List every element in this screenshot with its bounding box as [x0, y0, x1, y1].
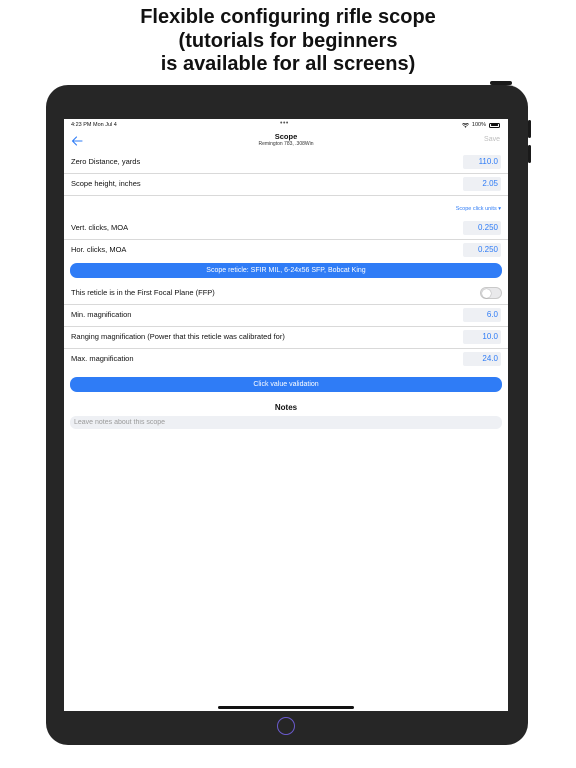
promo-line-2: (tutorials for beginners [178, 29, 398, 52]
home-button[interactable] [277, 717, 295, 735]
scope-height-input[interactable]: 2.05 [463, 177, 501, 191]
scope-reticle-button[interactable]: Scope reticle: SFIR MIL, 6-24x56 SFP, Bo… [70, 263, 502, 278]
vert-clicks-row: Vert. clicks, MOA 0.250 [64, 217, 508, 240]
ffp-toggle[interactable] [480, 287, 502, 299]
page-title: Scope [274, 132, 298, 141]
ranging-magnification-label: Ranging magnification (Power that this r… [71, 332, 285, 341]
min-magnification-label: Min. magnification [71, 310, 132, 319]
vert-clicks-label: Vert. clicks, MOA [71, 223, 129, 232]
ffp-row: This reticle is in the First Focal Plane… [64, 282, 508, 305]
max-magnification-row: Max. magnification 24.0 [64, 348, 508, 370]
click-value-validation-button[interactable]: Click value validation [70, 377, 502, 392]
status-bar: 4:23 PM Mon Jul 4 ••• 100% [64, 119, 508, 130]
ranging-magnification-input[interactable]: 10.0 [463, 330, 501, 344]
hor-clicks-label: Hor. clicks, MOA [71, 245, 127, 254]
status-time: 4:23 PM Mon Jul 4 [71, 122, 117, 128]
device-side-button-1 [528, 120, 531, 138]
promo-line-3: is available for all screens) [160, 53, 416, 75]
promo-line-1: Flexible configuring rifle scope [140, 6, 436, 28]
battery-percent: 100% [471, 122, 486, 128]
scope-reticle-prefix: Scope reticle: [206, 267, 251, 274]
max-magnification-label: Max. magnification [71, 354, 134, 363]
promo-headline: Flexible configuring rifle scope (tutori… [0, 6, 576, 77]
vert-clicks-input[interactable]: 0.250 [463, 221, 501, 235]
home-indicator[interactable] [218, 706, 354, 709]
app-screen: 4:23 PM Mon Jul 4 ••• 100% Scope Remingt… [64, 119, 508, 711]
status-right: 100% [461, 122, 500, 128]
page-subtitle: Remington 783, .308Win [258, 141, 314, 147]
min-magnification-row: Min. magnification 6.0 [64, 304, 508, 327]
save-button[interactable]: Save [484, 136, 500, 143]
multitask-dots-icon[interactable]: ••• [280, 120, 289, 127]
toggle-knob [481, 288, 491, 298]
navigation-bar: Scope Remington 783, .308Win Save [64, 131, 508, 151]
device-side-button-2 [528, 145, 531, 163]
wifi-icon [461, 122, 469, 128]
ranging-magnification-row: Ranging magnification (Power that this r… [64, 326, 508, 349]
ffp-label: This reticle is in the First Focal Plane… [71, 288, 215, 297]
notes-input[interactable] [70, 416, 502, 429]
hor-clicks-row: Hor. clicks, MOA 0.250 [64, 239, 508, 261]
min-magnification-input[interactable]: 6.0 [463, 308, 501, 322]
scope-reticle-name: SFIR MIL, 6-24x56 SFP, Bobcat King [250, 267, 366, 274]
max-magnification-input[interactable]: 24.0 [463, 352, 501, 366]
battery-icon [489, 122, 500, 128]
zero-distance-row: Zero Distance, yards 110.0 [64, 151, 508, 174]
scope-height-label: Scope height, inches [71, 179, 141, 188]
zero-distance-input[interactable]: 110.0 [463, 155, 501, 169]
scope-click-units-dropdown[interactable]: Scope click units ▾ [456, 206, 501, 212]
hor-clicks-input[interactable]: 0.250 [463, 243, 501, 257]
scope-height-row: Scope height, inches 2.05 [64, 173, 508, 196]
zero-distance-label: Zero Distance, yards [71, 157, 141, 166]
device-top-button [490, 81, 512, 85]
notes-title: Notes [274, 403, 298, 412]
